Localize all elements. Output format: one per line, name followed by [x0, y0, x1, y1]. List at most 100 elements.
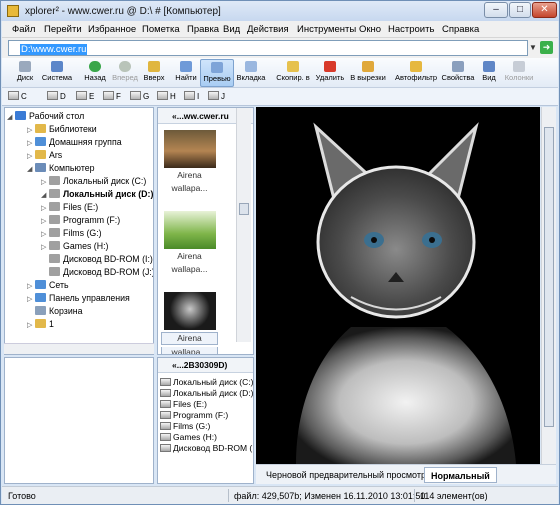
expand-arrow-icon[interactable]: ▷	[27, 152, 35, 160]
tree-item-computer[interactable]: ◢ Компьютер	[27, 163, 95, 176]
drive-f-button[interactable]: F	[103, 91, 121, 101]
address-input[interactable]: D:\www.cwer.ru	[8, 40, 528, 56]
tree-item-drive-f[interactable]: ▷ Programm (F:)	[41, 215, 120, 228]
menu-go[interactable]: Перейти	[44, 24, 82, 35]
collapse-arrow-icon[interactable]: ◢	[27, 165, 35, 173]
drive-icon	[160, 411, 171, 419]
menu-edit[interactable]: Правка	[187, 24, 219, 35]
scrollbar-thumb[interactable]	[544, 127, 554, 427]
tree-item-folder-1[interactable]: ▷ 1	[27, 319, 54, 332]
to-clipboard-button[interactable]: В вырезки	[348, 59, 388, 87]
minimize-button[interactable]: –	[484, 2, 508, 18]
menu-help[interactable]: Справка	[442, 24, 479, 35]
drive-icon	[103, 91, 114, 100]
tree-item-recycle-bin[interactable]: Корзина	[27, 306, 83, 319]
menu-file[interactable]: Файл	[12, 24, 35, 35]
expand-arrow-icon[interactable]: ▷	[41, 217, 49, 225]
tree-item-network[interactable]: ▷ Сеть	[27, 280, 69, 293]
expand-arrow-icon[interactable]: ▷	[27, 139, 35, 147]
search-icon	[180, 61, 192, 72]
tree-item-control-panel[interactable]: ▷ Панель управления	[27, 293, 130, 306]
view-button[interactable]: Вид	[478, 59, 500, 87]
columns-button[interactable]: Колонки	[502, 59, 536, 87]
tree-item-desktop[interactable]: ◢ Рабочий стол	[7, 111, 84, 124]
expand-arrow-icon[interactable]: ▷	[41, 230, 49, 238]
properties-button[interactable]: Свойства	[440, 59, 476, 87]
menu-tools[interactable]: Инструменты	[297, 24, 356, 35]
tree-item-drive-g[interactable]: ▷ Films (G:)	[41, 228, 102, 241]
delete-x-icon	[324, 61, 336, 72]
menu-favorites[interactable]: Избранное	[88, 24, 136, 35]
close-button[interactable]: ✕	[532, 2, 557, 18]
menu-window[interactable]: Окно	[359, 24, 381, 35]
network-icon	[35, 280, 46, 289]
up-button[interactable]: Вверх	[142, 59, 166, 87]
list-item[interactable]: Дисковод BD-ROM (I:)	[160, 443, 253, 454]
thumbnail-scrollbar[interactable]	[236, 108, 251, 342]
drive-icon	[160, 433, 171, 441]
menu-actions[interactable]: Действия	[247, 24, 289, 35]
scrollbar-thumb[interactable]	[239, 203, 249, 215]
drive-h-button[interactable]: H	[157, 91, 176, 101]
tree-item-drive-c[interactable]: ▷ Локальный диск (C:)	[41, 176, 146, 189]
expand-arrow-icon[interactable]: ▷	[27, 282, 35, 290]
go-arrow-icon[interactable]: ➜	[540, 41, 553, 54]
drive-e-button[interactable]: E	[76, 91, 94, 101]
tree-item-homegroup[interactable]: ▷ Домашняя группа	[27, 137, 122, 150]
optical-drive-icon	[49, 267, 60, 276]
drive-c-button[interactable]: C	[8, 91, 27, 101]
expand-arrow-icon[interactable]: ▷	[27, 321, 35, 329]
list-item[interactable]: Games (H:)	[160, 432, 217, 443]
collapse-arrow-icon[interactable]: ◢	[41, 191, 49, 199]
drive-j-button[interactable]: J	[208, 91, 225, 101]
autofilter-button[interactable]: Автофильтр	[394, 59, 438, 87]
find-button[interactable]: Найти	[174, 59, 198, 87]
expand-arrow-icon[interactable]: ▷	[41, 243, 49, 251]
tree-item-drive-e[interactable]: ▷ Files (E:)	[41, 202, 98, 215]
copy-to-button[interactable]: Скопир. в	[274, 59, 312, 87]
drive-i-button[interactable]: I	[184, 91, 199, 101]
tab-normal-preview[interactable]: Нормальный	[424, 467, 497, 483]
list-item[interactable]: Локальный диск (D:)	[160, 388, 253, 399]
thumbnail-item[interactable]: Airena wallapa...	[161, 130, 218, 194]
drive-d-button[interactable]: D	[47, 91, 66, 101]
menu-customize[interactable]: Настроить	[388, 24, 434, 35]
tree-horizontal-scrollbar[interactable]	[4, 343, 154, 354]
address-dropdown-icon[interactable]: ▼	[529, 43, 537, 52]
tree-item-drive-d[interactable]: ◢ Локальный диск (D:)	[41, 189, 153, 202]
back-button[interactable]: Назад	[82, 59, 108, 87]
tree-item-drive-h[interactable]: ▷ Games (H:)	[41, 241, 108, 254]
tree-item-label: Дисковод BD-ROM (J:)	[63, 267, 154, 277]
expand-arrow-icon[interactable]: ▷	[27, 126, 35, 134]
tab-button[interactable]: Вкладка	[236, 59, 266, 87]
tree-item-drive-i[interactable]: Дисковод BD-ROM (I:)	[41, 254, 153, 267]
list-item[interactable]: Локальный диск (C:)	[160, 377, 253, 388]
thumbnail-item-selected[interactable]: Airena wallapa...	[161, 292, 218, 354]
maximize-button[interactable]: □	[509, 2, 531, 18]
drive-icon	[160, 378, 171, 386]
copy-icon	[287, 61, 299, 72]
list-item[interactable]: Files (E:)	[160, 399, 207, 410]
drive-icon	[160, 422, 171, 430]
preview-scrollbar[interactable]	[541, 107, 556, 464]
forward-button[interactable]: Вперед	[110, 59, 140, 87]
menu-view[interactable]: Вид	[223, 24, 240, 35]
delete-button[interactable]: Удалить	[314, 59, 346, 87]
list-item[interactable]: Programm (F:)	[160, 410, 228, 421]
thumbnail-item[interactable]: Airena wallapa...	[161, 211, 218, 275]
disk-button[interactable]: Диск	[12, 59, 38, 87]
preview-button[interactable]: Превью	[200, 59, 234, 87]
system-button[interactable]: Система	[40, 59, 74, 87]
expand-arrow-icon[interactable]: ▷	[41, 178, 49, 186]
list-item-label: Films (G:)	[173, 421, 211, 431]
drive-g-button[interactable]: G	[130, 91, 149, 101]
expand-arrow-icon[interactable]: ▷	[27, 295, 35, 303]
list-item[interactable]: Films (G:)	[160, 421, 210, 432]
collapse-arrow-icon[interactable]: ◢	[7, 113, 15, 121]
menu-mark[interactable]: Пометка	[142, 24, 180, 35]
expand-arrow-icon[interactable]: ▷	[41, 204, 49, 212]
tree-item-drive-j[interactable]: Дисковод BD-ROM (J:)	[41, 267, 154, 280]
tree-item-ars[interactable]: ▷ Ars	[27, 150, 62, 163]
tab-draft-preview[interactable]: Черновой предварительный просмотр	[260, 467, 432, 483]
tree-item-libraries[interactable]: ▷ Библиотеки	[27, 124, 97, 137]
